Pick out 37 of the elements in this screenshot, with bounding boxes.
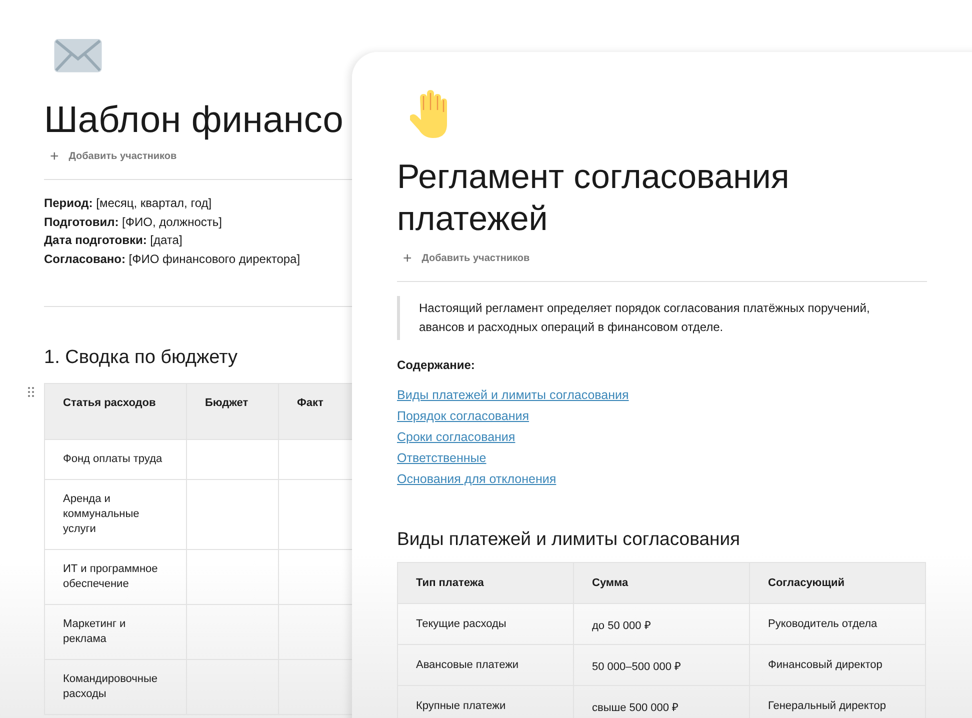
section-heading: Виды платежей и лимиты согласования: [397, 528, 742, 550]
column-header: Бюджет: [186, 384, 278, 440]
raised-hand-icon: [410, 90, 450, 138]
table-cell: Командировочные расходы: [44, 660, 186, 714]
table-cell: ИТ и программное обеспечение: [44, 550, 186, 604]
document-title: Регламент согласования платежей: [397, 157, 790, 240]
contents-link[interactable]: Виды платежей и лимиты согласования: [397, 387, 629, 404]
table-cell: Текущие расходы: [398, 604, 574, 644]
table-cell: 50 000–500 000 ₽: [574, 644, 750, 686]
meta-line: Согласовано: [ФИО финансового директора]: [44, 250, 300, 268]
table-cell: до 50 000 ₽: [574, 604, 750, 644]
blockquote: Настоящий регламент определяет порядок согласования платёжных поручений, авансов и расходных операций в финансовом отделе.: [397, 296, 909, 340]
column-header: Статья расходов: [44, 384, 186, 440]
column-header: Сумма: [574, 562, 750, 604]
document-title: Шаблон финансо: [44, 98, 344, 142]
table-cell: Авансовые платежи: [398, 644, 574, 686]
column-header: Согласующий: [750, 562, 926, 604]
drag-handle-icon[interactable]: [28, 387, 34, 397]
add-participants-button[interactable]: + Добавить участников: [403, 250, 530, 267]
table-cell: Маркетинг и реклама: [44, 604, 186, 660]
column-header: Факт: [278, 384, 352, 440]
contents-heading: Содержание:: [397, 358, 476, 372]
section-heading: 1. Сводка по бюджету: [44, 347, 238, 369]
table-cell: Финансовый директор: [750, 644, 926, 686]
meta-line: Дата подготовки: [дата]: [44, 232, 182, 249]
contents-link[interactable]: Ответственные: [397, 450, 486, 467]
contents-link[interactable]: Основания для отклонения: [397, 471, 556, 488]
table-cell: Руководитель отдела: [750, 604, 926, 644]
contents-link[interactable]: Сроки согласования: [397, 429, 516, 446]
table-cell: Фонд оплаты труда: [44, 440, 186, 480]
add-participants-button[interactable]: + Добавить участников: [50, 148, 177, 165]
contents-link[interactable]: Порядок согласования: [397, 408, 530, 425]
column-header: Тип платежа: [398, 562, 574, 604]
meta-line: Подготовил: [ФИО, должность]: [44, 214, 222, 230]
table-cell: Аренда и коммунальные услуги: [44, 480, 186, 550]
meta-line: Период: [месяц, квартал, год]: [44, 195, 212, 212]
table-cell: Крупные платежи: [398, 686, 574, 718]
